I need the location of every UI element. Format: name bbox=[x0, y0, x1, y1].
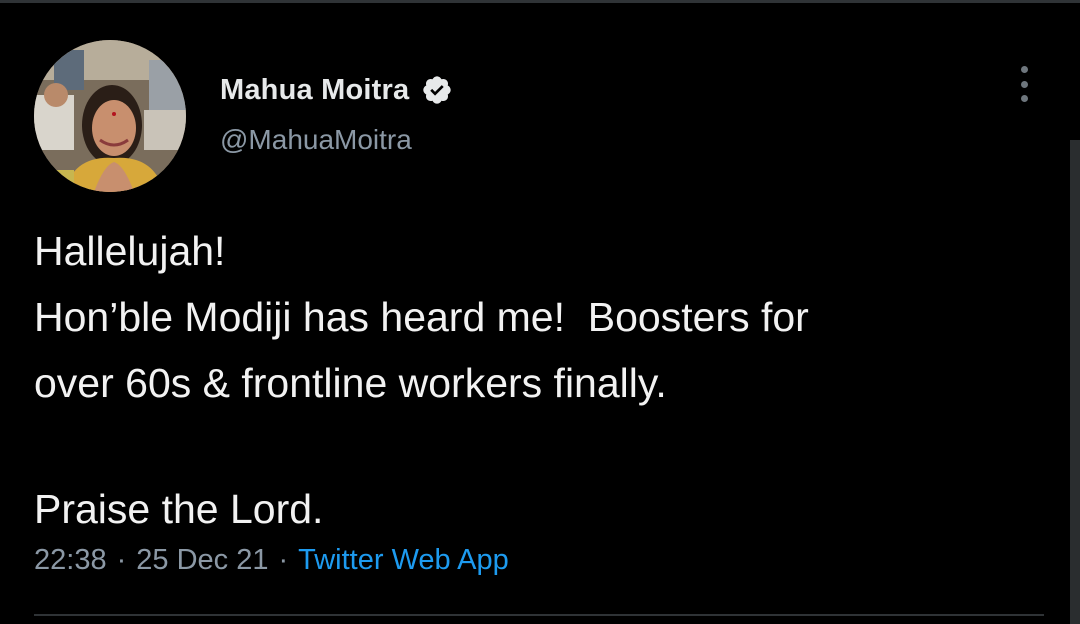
more-vertical-icon bbox=[1020, 95, 1028, 102]
top-divider bbox=[0, 0, 1080, 3]
author-name-row: Mahua Moitra bbox=[220, 70, 453, 110]
verified-badge-icon bbox=[421, 74, 453, 106]
author-display-name[interactable]: Mahua Moitra bbox=[220, 74, 409, 107]
tweet-source-link[interactable]: Twitter Web App bbox=[298, 544, 509, 577]
more-vertical-icon bbox=[1020, 66, 1028, 73]
more-vertical-icon bbox=[1020, 80, 1028, 88]
tweet-line: Hon’ble Modiji has heard me! Boosters fo… bbox=[34, 294, 809, 340]
tweet-date[interactable]: 25 Dec 21 bbox=[136, 544, 268, 577]
avatar-photo bbox=[34, 40, 186, 192]
tweet-time[interactable]: 22:38 bbox=[34, 544, 107, 577]
more-options-button[interactable] bbox=[1008, 66, 1040, 102]
tweet-line: Praise the Lord. bbox=[34, 486, 324, 532]
tweet-metadata: 22:38 · 25 Dec 21 · Twitter Web App bbox=[34, 544, 509, 577]
meta-separator: · bbox=[278, 544, 289, 576]
tweet-line: over 60s & frontline workers finally. bbox=[34, 360, 667, 406]
avatar[interactable] bbox=[34, 40, 186, 192]
author-handle[interactable]: @MahuaMoitra bbox=[220, 124, 412, 156]
tweet-line-spacer bbox=[34, 416, 1044, 476]
bottom-divider bbox=[34, 614, 1044, 616]
scrollbar[interactable] bbox=[1070, 140, 1080, 624]
tweet-text: Hallelujah! Hon’ble Modiji has heard me!… bbox=[34, 218, 1044, 542]
tweet-line: Hallelujah! bbox=[34, 228, 226, 274]
meta-separator: · bbox=[116, 544, 127, 576]
